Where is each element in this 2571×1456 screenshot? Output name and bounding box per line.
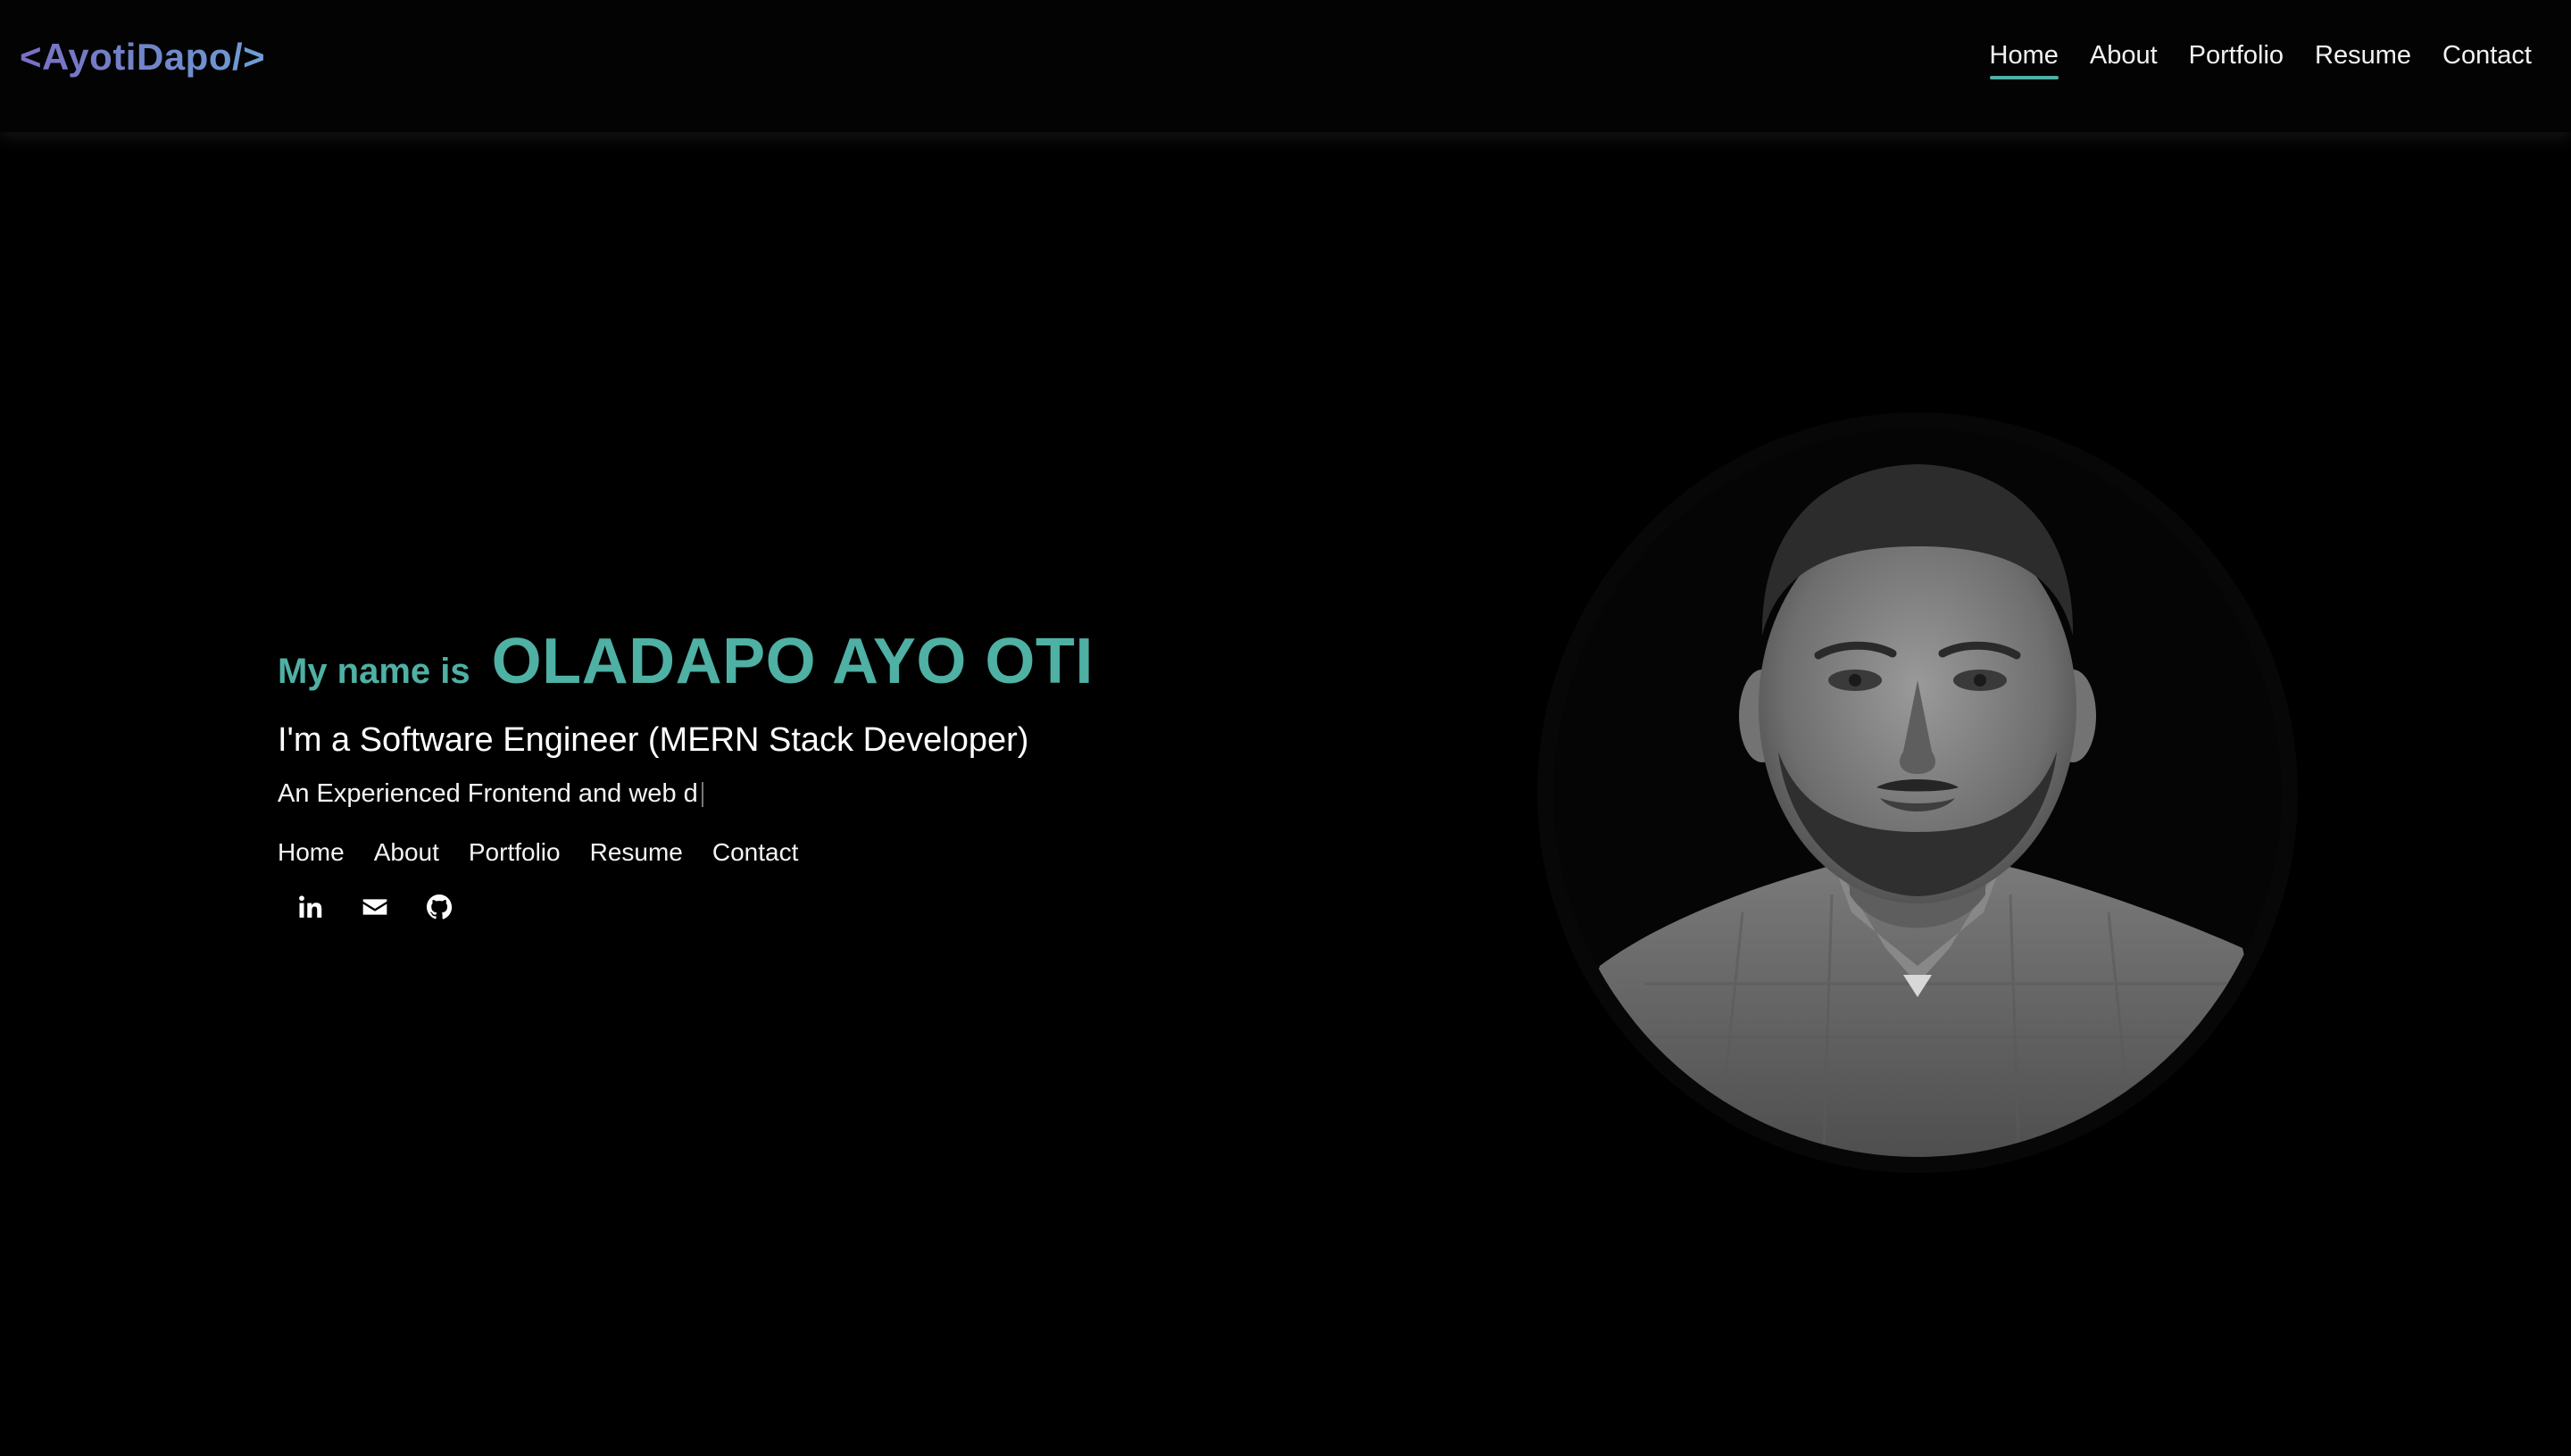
nav-link-resume[interactable]: Resume [2315, 41, 2411, 79]
email-link[interactable] [360, 892, 390, 922]
nav-link-contact[interactable]: Contact [2442, 41, 2532, 79]
hero-nav: Home About Portfolio Resume Contact [278, 838, 1260, 867]
hero-link-about[interactable]: About [374, 838, 439, 867]
hero-section: My name is OLADAPO AYO OTI I'm a Softwar… [278, 625, 1260, 922]
hero-link-home[interactable]: Home [278, 838, 345, 867]
social-links [278, 892, 1260, 922]
hero-link-contact[interactable]: Contact [712, 838, 799, 867]
linkedin-icon [299, 895, 322, 918]
github-link[interactable] [424, 892, 454, 922]
profile-photo [1537, 412, 2298, 1173]
hero-link-portfolio[interactable]: Portfolio [469, 838, 561, 867]
full-name: OLADAPO AYO OTI [491, 626, 1094, 697]
nav-link-home[interactable]: Home [1989, 41, 2059, 79]
brand-logo[interactable]: <AyotiDapo/> [20, 36, 265, 79]
name-line: My name is OLADAPO AYO OTI [278, 625, 1260, 698]
envelope-icon [362, 899, 387, 915]
intro-text: My name is [278, 652, 470, 691]
top-navbar: <AyotiDapo/> Home About Portfolio Resume… [0, 0, 2571, 132]
nav-link-about[interactable]: About [2090, 41, 2158, 79]
top-nav: Home About Portfolio Resume Contact [1989, 41, 2532, 79]
github-icon [427, 894, 453, 919]
role-text: I'm a Software Engineer (MERN Stack Deve… [278, 721, 1029, 759]
typed-text: An Experienced Frontend and web d [278, 779, 698, 808]
nav-link-portfolio[interactable]: Portfolio [2189, 41, 2284, 79]
hero-link-resume[interactable]: Resume [590, 838, 683, 867]
linkedin-link[interactable] [295, 892, 326, 922]
typing-cursor [701, 781, 703, 807]
typed-tagline: An Experienced Frontend and web d [278, 779, 1260, 809]
